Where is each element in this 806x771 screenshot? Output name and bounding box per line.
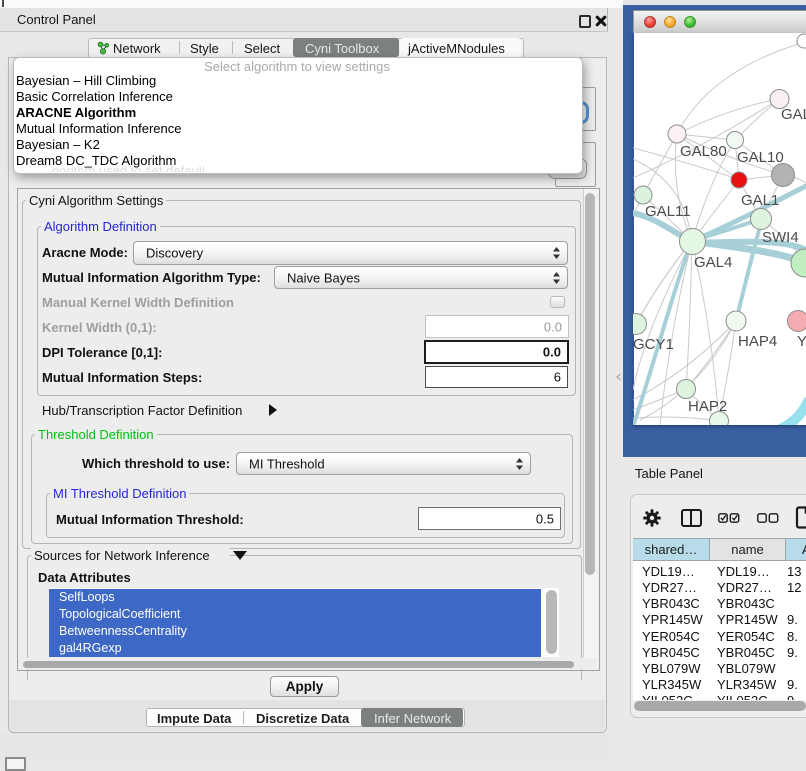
svg-text:GAL11: GAL11 bbox=[645, 203, 691, 220]
svg-text:GAL10: GAL10 bbox=[737, 149, 784, 166]
svg-text:GAL: GAL bbox=[781, 106, 806, 123]
svg-text:GAL80: GAL80 bbox=[680, 143, 727, 160]
svg-text:HAP4: HAP4 bbox=[738, 333, 777, 350]
svg-text:HAP2: HAP2 bbox=[688, 398, 727, 415]
svg-text:SWI4: SWI4 bbox=[762, 229, 799, 246]
svg-text:GAL4: GAL4 bbox=[694, 254, 732, 271]
svg-text:Y: Y bbox=[797, 333, 806, 350]
svg-text:GAL1: GAL1 bbox=[741, 192, 779, 209]
svg-text:GCY1: GCY1 bbox=[633, 336, 674, 353]
